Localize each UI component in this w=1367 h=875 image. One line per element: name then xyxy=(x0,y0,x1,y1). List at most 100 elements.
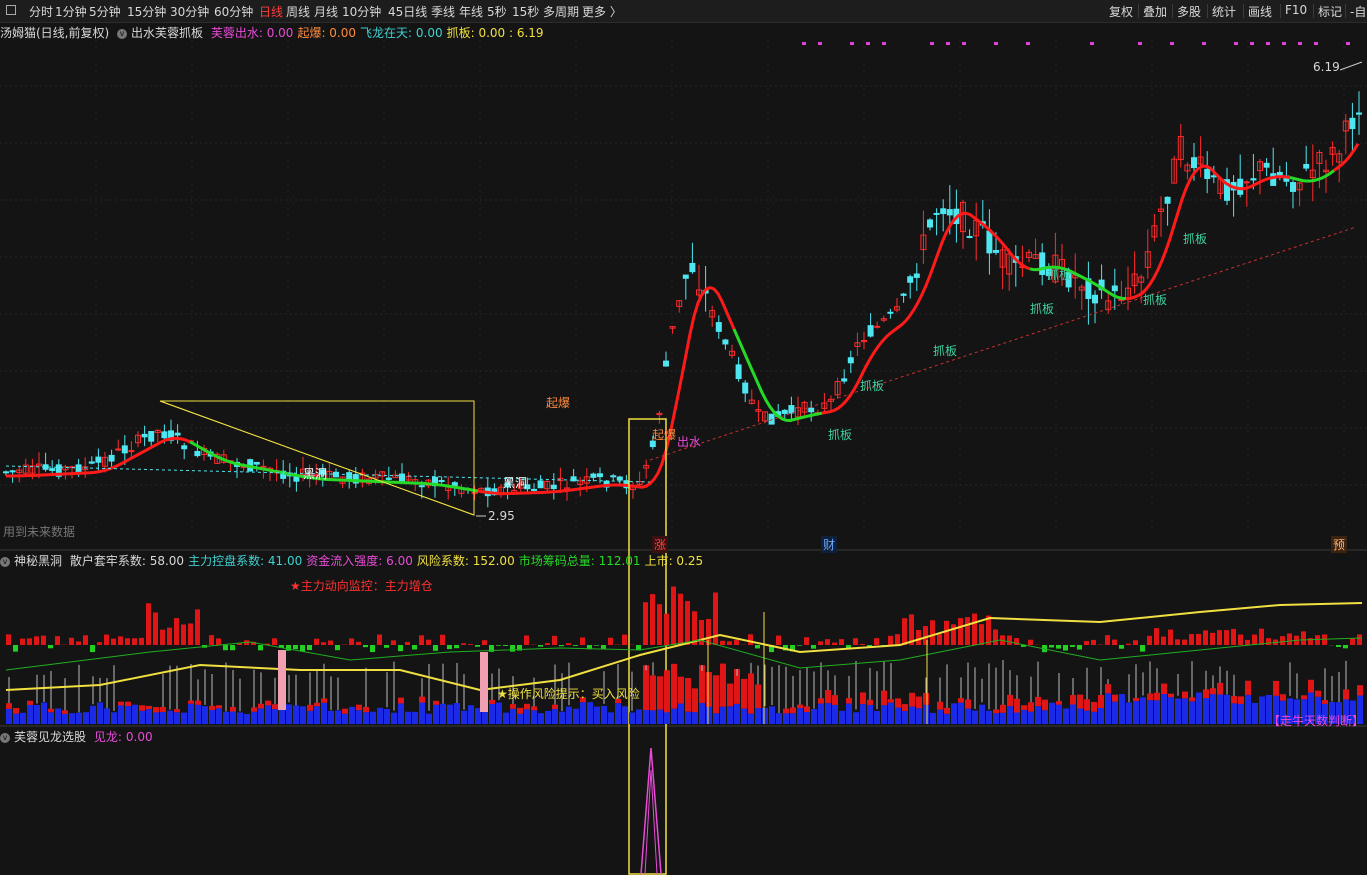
blue-bar xyxy=(1056,704,1062,724)
candle-body xyxy=(993,249,999,253)
blue-bar xyxy=(1154,700,1160,724)
red-bar xyxy=(902,704,908,711)
red-bar xyxy=(517,707,523,714)
blue-bar xyxy=(125,706,131,724)
blue-bar xyxy=(1098,707,1104,724)
volume-bar xyxy=(314,638,319,645)
bottom-indicator-name[interactable]: 芙蓉见龙选股 xyxy=(14,730,86,744)
red-bar xyxy=(909,692,915,707)
pink-bar xyxy=(480,652,488,712)
volume-bar xyxy=(1028,639,1033,645)
red-bar xyxy=(937,701,943,710)
volume-bar xyxy=(1231,628,1236,645)
indicator-toggle-icon[interactable]: v xyxy=(0,732,10,743)
candle-body xyxy=(913,273,920,278)
red-bar xyxy=(671,663,677,709)
red-bar xyxy=(510,704,516,709)
blue-bar xyxy=(307,710,313,724)
blue-bar xyxy=(412,711,418,724)
blue-bar xyxy=(20,712,26,724)
volume-bar xyxy=(272,638,277,645)
blue-bar xyxy=(685,711,691,724)
indicator-toggle-icon[interactable]: v xyxy=(117,28,128,39)
red-bar xyxy=(1210,688,1216,695)
red-bar xyxy=(1231,695,1237,704)
red-bar xyxy=(6,703,12,709)
volume-bar xyxy=(1252,634,1257,645)
blue-bar xyxy=(111,712,117,724)
volume-bar xyxy=(1343,645,1348,649)
volume-bar xyxy=(1119,645,1124,649)
red-bar xyxy=(195,700,201,705)
volume-bar xyxy=(398,645,403,652)
candle-body xyxy=(108,454,115,462)
red-bar xyxy=(664,670,670,713)
blue-bar xyxy=(524,709,530,724)
low-price-label: 2.95 xyxy=(488,509,515,523)
pattern-line xyxy=(159,400,475,516)
indicator-value: 风险系数: 152.00 xyxy=(416,554,515,568)
volume-bar xyxy=(685,601,690,645)
candle-body xyxy=(1263,162,1270,168)
stock-title: 汤姆猫(日线,前复权) xyxy=(0,26,110,40)
red-bar xyxy=(1000,704,1006,713)
red-bar xyxy=(1147,693,1153,701)
volume-bar xyxy=(678,593,683,645)
signal-dot xyxy=(1026,42,1030,45)
blue-bar xyxy=(496,702,502,724)
red-bar xyxy=(314,702,320,707)
volume-bar xyxy=(419,635,424,645)
marker-cai[interactable]: 财 xyxy=(821,536,838,553)
mid-indicator-name[interactable]: 神秘黑洞 xyxy=(14,554,62,568)
volume-bar xyxy=(454,645,459,649)
blue-bar xyxy=(1210,694,1216,724)
marker-zhang[interactable]: 涨 xyxy=(652,536,669,553)
volume-bar xyxy=(69,637,74,645)
blue-bar xyxy=(538,713,544,724)
main-indicator-name[interactable]: 出水芙蓉抓板 xyxy=(131,26,203,40)
red-bar xyxy=(1273,680,1279,696)
bottom-value: 0.00 xyxy=(125,730,153,744)
blue-bar xyxy=(139,710,145,724)
volume-bar xyxy=(1133,640,1138,645)
indicator-toggle-icon[interactable]: v xyxy=(0,556,10,567)
volume-bar xyxy=(510,645,515,652)
volume-bar xyxy=(608,637,613,645)
red-bar xyxy=(1217,682,1223,695)
blue-bar xyxy=(335,710,341,724)
blue-bar xyxy=(6,708,12,724)
volume-bar xyxy=(104,634,109,645)
blue-bar xyxy=(286,704,292,724)
red-bar xyxy=(1112,694,1118,702)
high-arrow xyxy=(1339,61,1363,71)
blue-bar xyxy=(223,711,229,724)
indicator-value: 抓板: 0.00 : 6.19 xyxy=(446,26,544,40)
blue-bar xyxy=(1133,701,1139,724)
volume-bar xyxy=(328,640,333,645)
blue-bar xyxy=(545,710,551,724)
red-bar xyxy=(1070,695,1076,705)
volume-bar xyxy=(755,645,760,649)
candle-body xyxy=(781,409,788,414)
candle-body xyxy=(682,274,689,279)
heidong-annotation-1: 黑洞 xyxy=(303,467,328,481)
volume-bar xyxy=(503,645,508,646)
red-bar xyxy=(818,698,824,704)
volume-bar xyxy=(1063,645,1068,651)
signal-dot xyxy=(1170,42,1174,45)
volume-bar xyxy=(1084,641,1089,645)
marker-yu[interactable]: 预 xyxy=(1331,536,1348,553)
candle-body xyxy=(900,293,907,296)
red-bar xyxy=(748,673,754,714)
main-info-line: 汤姆猫(日线,前复权) v 出水芙蓉抓板 芙蓉出水: 0.00 起爆: 0.00 飞龙… xyxy=(0,24,1367,42)
candle-body xyxy=(121,445,128,454)
volume-bar xyxy=(1007,635,1012,645)
blue-bar xyxy=(727,706,733,724)
blue-bar xyxy=(1000,712,1006,724)
red-bar xyxy=(230,706,236,712)
red-bar xyxy=(1021,705,1027,710)
blue-bar xyxy=(1049,702,1055,724)
chushui-annotation: 出水 xyxy=(677,435,702,449)
volume-bar xyxy=(258,645,263,651)
blue-bar xyxy=(195,704,201,724)
